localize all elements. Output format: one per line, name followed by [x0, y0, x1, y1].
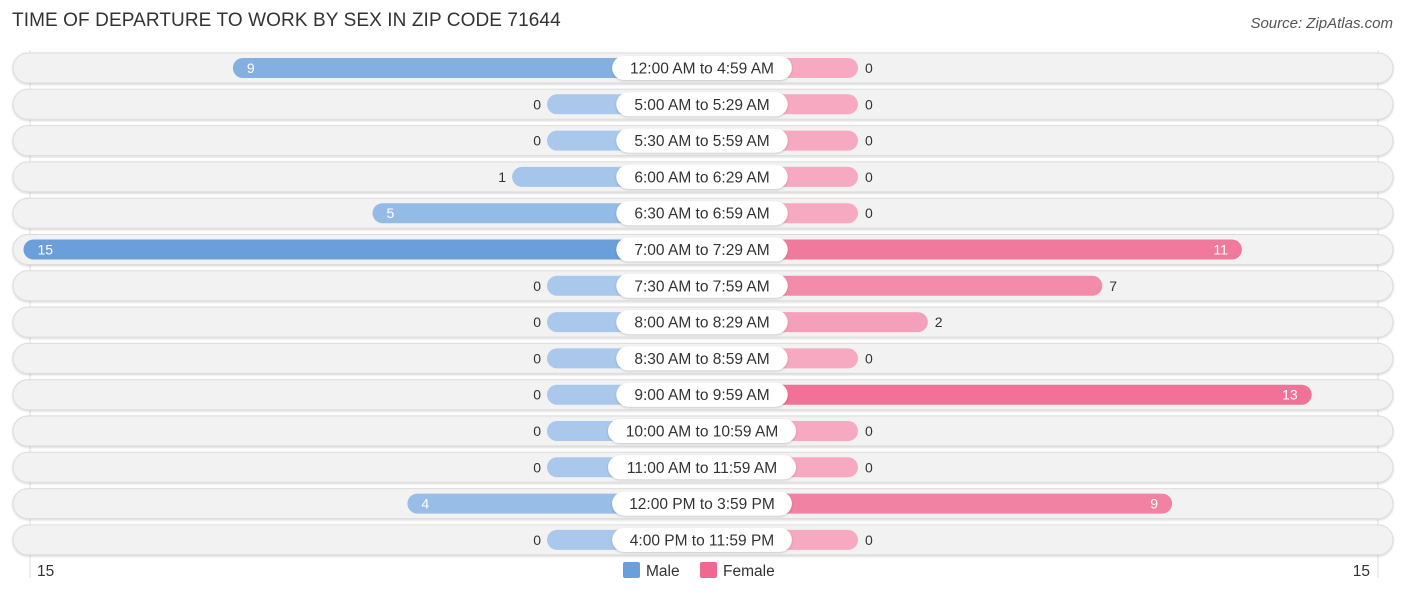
- male-bar[interactable]: [23, 239, 703, 260]
- chart-row: 10:00 AM to 10:59 AM 0 0: [12, 415, 1394, 447]
- male-value-label: 15: [38, 242, 54, 258]
- female-value-label: 0: [865, 532, 873, 548]
- legend-female-label: Female: [723, 563, 775, 580]
- category-label: 7:30 AM to 7:59 AM: [634, 278, 769, 295]
- male-value-label: 0: [533, 423, 541, 439]
- legend-male-swatch: [623, 562, 640, 578]
- female-value-label: 0: [865, 459, 873, 475]
- legend: Male Female: [623, 562, 775, 580]
- female-value-label: 0: [865, 423, 873, 439]
- chart-row: 8:30 AM to 8:59 AM 0 0: [12, 342, 1394, 374]
- chart-row: 7:00 AM to 7:29 AM 15 11: [12, 234, 1394, 265]
- chart-row: 11:00 AM to 11:59 AM 0 0: [12, 451, 1394, 483]
- male-value-label: 0: [533, 133, 541, 149]
- male-value-label: 0: [533, 350, 541, 366]
- category-label: 11:00 AM to 11:59 AM: [627, 460, 777, 477]
- chart-row: 5:00 AM to 5:29 AM 0 0: [12, 88, 1394, 120]
- chart-row: 8:00 AM to 8:29 AM 0 2: [12, 306, 1394, 338]
- legend-female-swatch: [700, 562, 717, 578]
- male-value-label: 0: [533, 532, 541, 548]
- chart-row: 5:30 AM to 5:59 AM 0 0: [12, 125, 1394, 157]
- category-label: 5:00 AM to 5:29 AM: [634, 97, 769, 114]
- male-value-label: 0: [533, 387, 541, 403]
- chart-row: 12:00 PM to 3:59 PM 4 9: [12, 488, 1394, 520]
- category-label: 10:00 AM to 10:59 AM: [626, 424, 779, 441]
- chart-row: 7:30 AM to 7:59 AM 0 7: [12, 270, 1394, 302]
- diverging-bar-chart: 12:00 AM to 4:59 AM 9 0 5:00 AM to 5:29 AM 0…: [12, 50, 1394, 580]
- category-label: 6:00 AM to 6:29 AM: [634, 169, 769, 186]
- male-value-label: 9: [247, 60, 255, 76]
- female-value-label: 7: [1109, 278, 1117, 294]
- category-label: 12:00 AM to 4:59 AM: [630, 61, 774, 78]
- male-value-label: 0: [533, 459, 541, 475]
- male-value-label: 0: [533, 278, 541, 294]
- category-label: 8:30 AM to 8:59 AM: [634, 351, 769, 368]
- category-label: 6:30 AM to 6:59 AM: [634, 206, 769, 223]
- female-value-label: 2: [935, 314, 943, 330]
- male-value-label: 4: [421, 496, 429, 512]
- female-value-label: 0: [865, 133, 873, 149]
- female-value-label: 11: [1213, 242, 1228, 258]
- female-value-label: 0: [865, 350, 873, 366]
- chart-row: 6:30 AM to 6:59 AM 5 0: [12, 197, 1394, 229]
- category-label: 4:00 PM to 11:59 PM: [630, 532, 774, 549]
- chart-row: 9:00 AM to 9:59 AM 0 13: [12, 379, 1394, 411]
- category-label: 7:00 AM to 7:29 AM: [634, 242, 769, 259]
- male-value-label: 5: [387, 205, 395, 221]
- category-label: 12:00 PM to 3:59 PM: [629, 496, 775, 513]
- female-value-label: 9: [1150, 496, 1158, 512]
- female-value-label: 0: [865, 169, 873, 185]
- chart-row: 6:00 AM to 6:29 AM 1 0: [12, 161, 1394, 193]
- male-value-label: 0: [533, 314, 541, 330]
- category-label: 8:00 AM to 8:29 AM: [634, 315, 769, 332]
- axis-right-tick: 15: [1353, 563, 1370, 580]
- female-bar[interactable]: [702, 384, 1312, 405]
- male-value-label: 0: [533, 96, 541, 112]
- axis-left-tick: 15: [37, 563, 54, 580]
- female-value-label: 13: [1282, 387, 1298, 403]
- category-label: 5:30 AM to 5:59 AM: [634, 133, 769, 150]
- category-label: 9:00 AM to 9:59 AM: [634, 387, 769, 404]
- male-value-label: 1: [498, 169, 506, 185]
- chart-row: 4:00 PM to 11:59 PM 0 0: [12, 524, 1394, 556]
- chart-row: 12:00 AM to 4:59 AM 9 0: [12, 52, 1394, 84]
- female-value-label: 0: [865, 60, 873, 76]
- female-value-label: 0: [865, 205, 873, 221]
- female-value-label: 0: [865, 96, 873, 112]
- legend-male-label: Male: [646, 563, 680, 580]
